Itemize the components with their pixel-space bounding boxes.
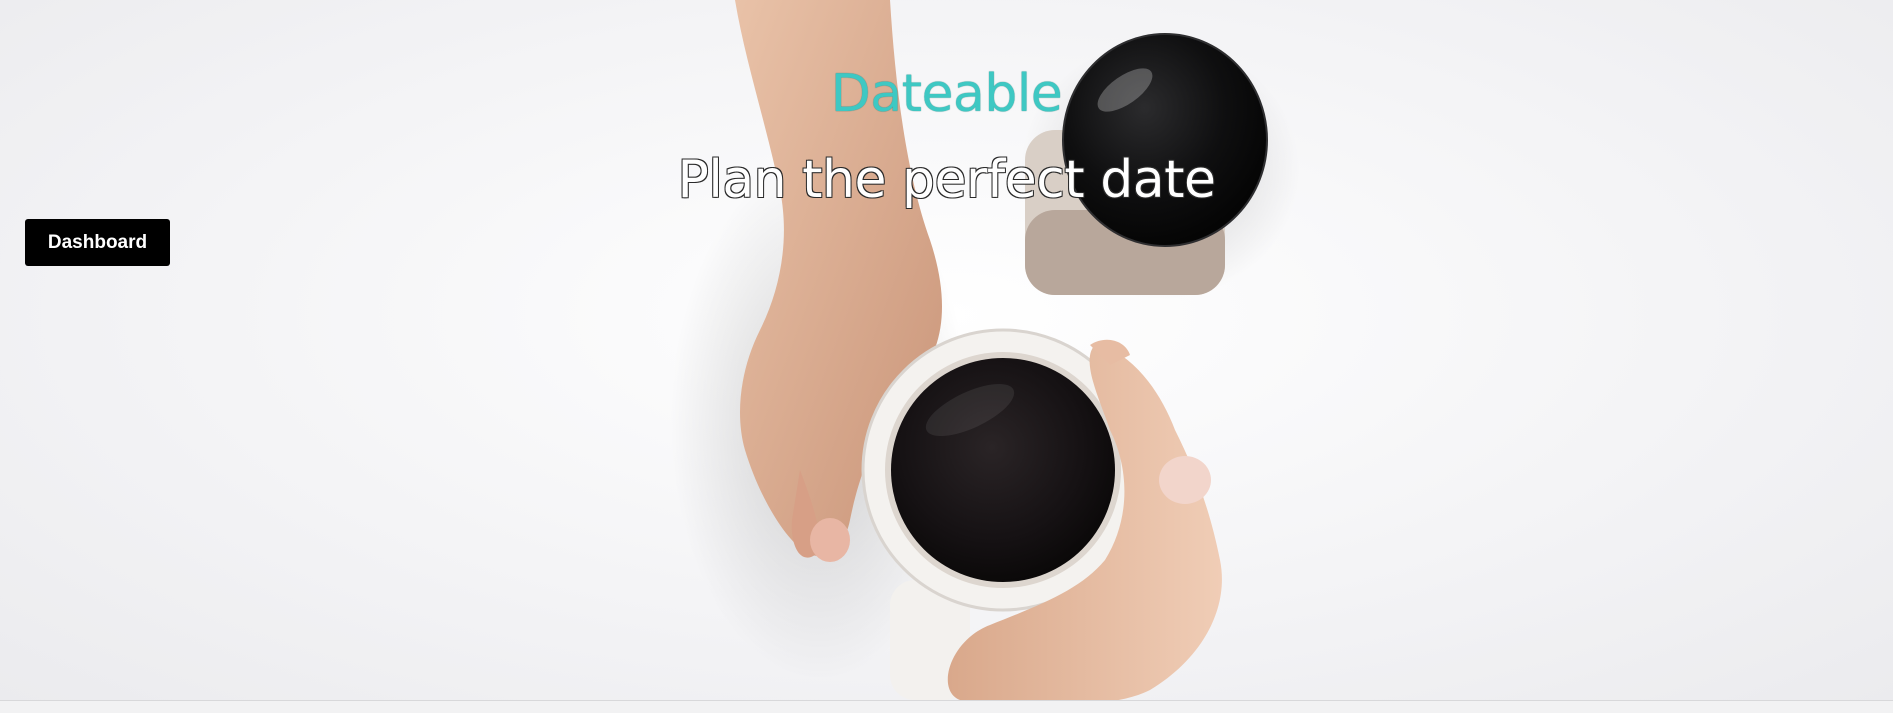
- hero-section: Dateable Plan the perfect date Dashboard: [0, 0, 1893, 700]
- page-bottom-strip: [0, 700, 1893, 713]
- app-title: Dateable: [830, 64, 1063, 124]
- dashboard-button[interactable]: Dashboard: [25, 219, 170, 266]
- hero-subtitle: Plan the perfect date: [677, 150, 1216, 210]
